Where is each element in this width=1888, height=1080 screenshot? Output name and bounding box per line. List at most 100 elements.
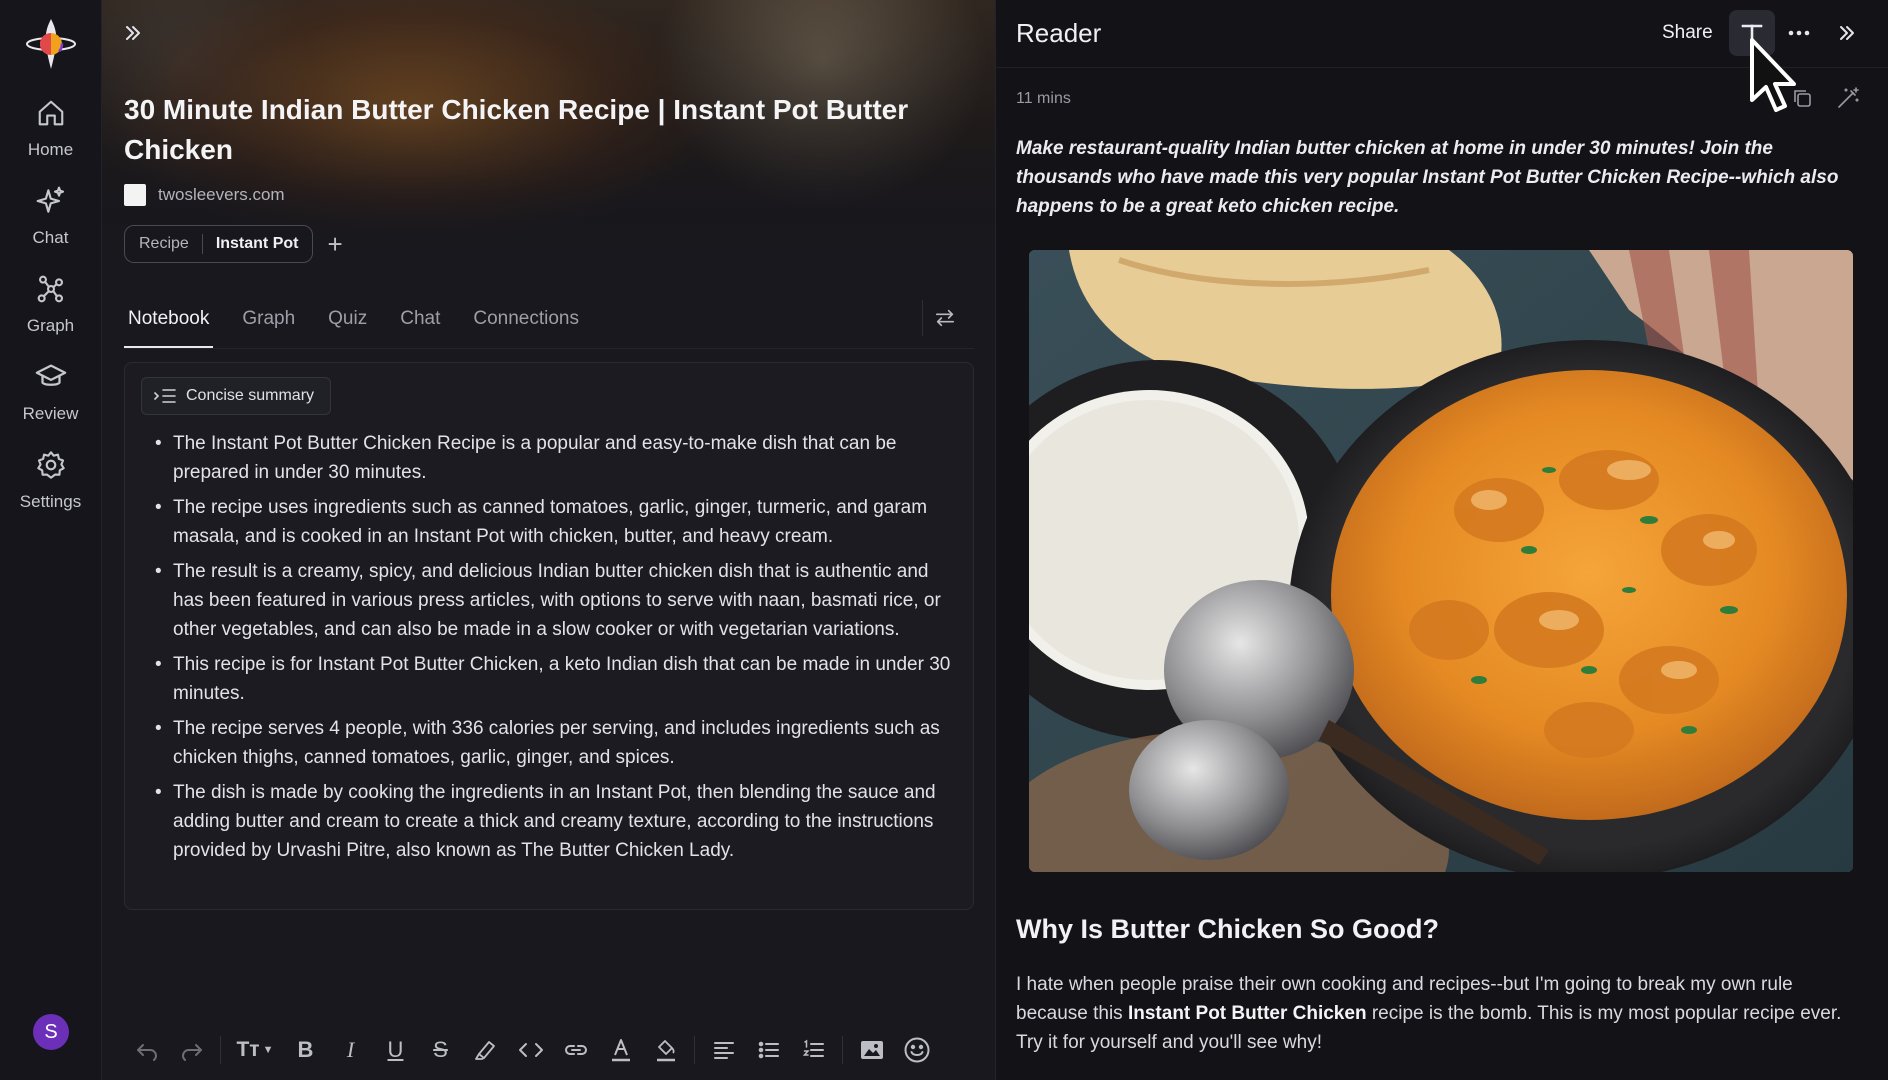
collapse-reader-button[interactable]	[1824, 10, 1870, 56]
document-panel: 30 Minute Indian Butter Chicken Recipe |…	[102, 0, 995, 1080]
sidebar-item-graph[interactable]: Graph	[6, 272, 96, 336]
article-heading: Why Is Butter Chicken So Good?	[1016, 914, 1440, 944]
text-settings-button[interactable]	[1729, 10, 1775, 56]
sidebar-item-review[interactable]: Review	[6, 360, 96, 424]
toolbar-divider	[220, 1036, 221, 1064]
redo-icon	[181, 1044, 202, 1061]
home-icon	[34, 96, 68, 130]
notebook-tabs: Notebook Graph Quiz Chat Connections	[124, 300, 583, 348]
bold-button[interactable]: B	[283, 1030, 328, 1070]
page-title: 30 Minute Indian Butter Chicken Recipe |…	[124, 94, 909, 165]
logo-icon	[25, 19, 76, 69]
sidebar-item-label: Graph	[26, 316, 75, 335]
highlighter-icon	[474, 1041, 495, 1060]
toolbar-divider	[842, 1036, 843, 1064]
caret-down-icon: ▼	[262, 1044, 274, 1056]
reader-title: Reader	[1016, 18, 1102, 48]
strikethrough-button[interactable]: S	[418, 1030, 463, 1070]
paragraph-bold-text: Instant Pot Butter Chicken	[1127, 1003, 1367, 1024]
image-icon	[860, 1041, 883, 1059]
avatar[interactable]: S	[33, 1014, 69, 1050]
redo-button[interactable]	[169, 1030, 214, 1070]
read-time: 11 mins	[1016, 90, 1071, 107]
copy-icon	[1794, 90, 1811, 107]
link-button[interactable]	[553, 1030, 598, 1070]
text-style-dropdown[interactable]: Tт ▼	[227, 1030, 283, 1070]
undo-button[interactable]	[124, 1030, 169, 1070]
bold-icon: B	[297, 1037, 314, 1062]
expand-sidebar-button[interactable]	[118, 18, 148, 48]
copy-button[interactable]	[1786, 82, 1818, 114]
butter-chicken-photo	[1029, 250, 1853, 872]
text-color-icon	[611, 1039, 630, 1062]
tab-chat[interactable]: Chat	[396, 300, 444, 348]
article-paragraph: I hate when people praise their own cook…	[1016, 970, 1866, 1057]
source-link[interactable]: twosleevers.com	[124, 184, 285, 206]
tag-bar: Recipe Instant Pot +	[124, 225, 343, 263]
sidebar-item-home[interactable]: Home	[6, 96, 96, 160]
magic-wand-icon	[1838, 87, 1859, 108]
app-logo[interactable]	[23, 16, 79, 72]
text-color-button[interactable]	[598, 1030, 643, 1070]
double-chevron-right-icon	[126, 26, 140, 40]
highlight-button[interactable]	[463, 1030, 508, 1070]
bullet-list-icon	[758, 1041, 779, 1059]
graph-icon	[34, 272, 68, 306]
share-button[interactable]: Share	[1662, 22, 1713, 44]
sidebar-item-settings[interactable]: Settings	[6, 448, 96, 512]
summary-list: The Instant Pot Butter Chicken Recipe is…	[155, 429, 955, 871]
swap-arrows-icon	[935, 309, 954, 327]
underline-icon: U	[387, 1037, 404, 1062]
tab-quiz[interactable]: Quiz	[324, 300, 371, 348]
numbered-list-icon	[802, 1039, 824, 1057]
emoji-button[interactable]	[894, 1030, 939, 1070]
tab-notebook[interactable]: Notebook	[124, 300, 214, 348]
code-button[interactable]	[508, 1030, 553, 1070]
list-indent-icon	[154, 389, 176, 403]
insert-image-button[interactable]	[849, 1030, 894, 1070]
magic-wand-button[interactable]	[1832, 82, 1864, 114]
summary-type-button[interactable]: Concise summary	[141, 377, 332, 415]
tab-graph[interactable]: Graph	[238, 300, 299, 348]
align-left-button[interactable]	[701, 1030, 746, 1070]
code-icon	[518, 1043, 543, 1057]
italic-icon: I	[346, 1037, 355, 1062]
link-icon	[564, 1045, 587, 1055]
favicon-icon	[124, 184, 146, 206]
numbered-list-button[interactable]	[791, 1030, 836, 1070]
strikethrough-icon: S	[433, 1037, 448, 1062]
list-item: This recipe is for Instant Pot Butter Ch…	[155, 650, 955, 708]
summary-card: Concise summary The Instant Pot Butter C…	[124, 362, 974, 910]
undo-icon	[136, 1044, 157, 1061]
article-lead: Make restaurant-quality Indian butter ch…	[1016, 138, 1839, 217]
graduation-cap-icon	[34, 360, 68, 394]
italic-button[interactable]: I	[328, 1030, 373, 1070]
tag-divider	[201, 234, 203, 254]
fill-color-button[interactable]	[643, 1030, 688, 1070]
text-size-icon	[1741, 24, 1763, 44]
underline-button[interactable]: U	[373, 1030, 418, 1070]
list-item: The dish is made by cooking the ingredie…	[155, 778, 955, 865]
tag-recipe[interactable]: Recipe	[139, 235, 189, 253]
reader-panel: Reader Share 11 mins Make restaurant-qua…	[995, 0, 1888, 1080]
more-options-button[interactable]	[1776, 10, 1822, 56]
bullet-list-button[interactable]	[746, 1030, 791, 1070]
sidebar-item-label: Chat	[32, 228, 69, 247]
more-horizontal-icon	[1788, 30, 1810, 36]
text-style-label: Tт	[236, 1038, 260, 1061]
sidebar-item-chat[interactable]: Chat	[6, 184, 96, 248]
tab-connections[interactable]: Connections	[469, 300, 583, 348]
tabs-divider	[124, 348, 974, 349]
list-item: The Instant Pot Butter Chicken Recipe is…	[155, 429, 955, 487]
add-tag-button[interactable]: +	[327, 231, 342, 257]
list-item: The recipe serves 4 people, with 336 cal…	[155, 714, 955, 772]
toolbar-divider	[694, 1036, 695, 1064]
paint-bucket-icon	[656, 1040, 675, 1062]
source-domain: twosleevers.com	[158, 185, 285, 204]
editor-toolbar: Tт ▼ B I U S	[124, 1028, 974, 1072]
tag-instant-pot[interactable]: Instant Pot	[216, 235, 299, 253]
gear-icon	[34, 448, 68, 482]
swap-panels-button[interactable]	[922, 300, 966, 336]
list-item: The recipe uses ingredients such as cann…	[155, 493, 955, 551]
align-left-icon	[713, 1042, 734, 1059]
